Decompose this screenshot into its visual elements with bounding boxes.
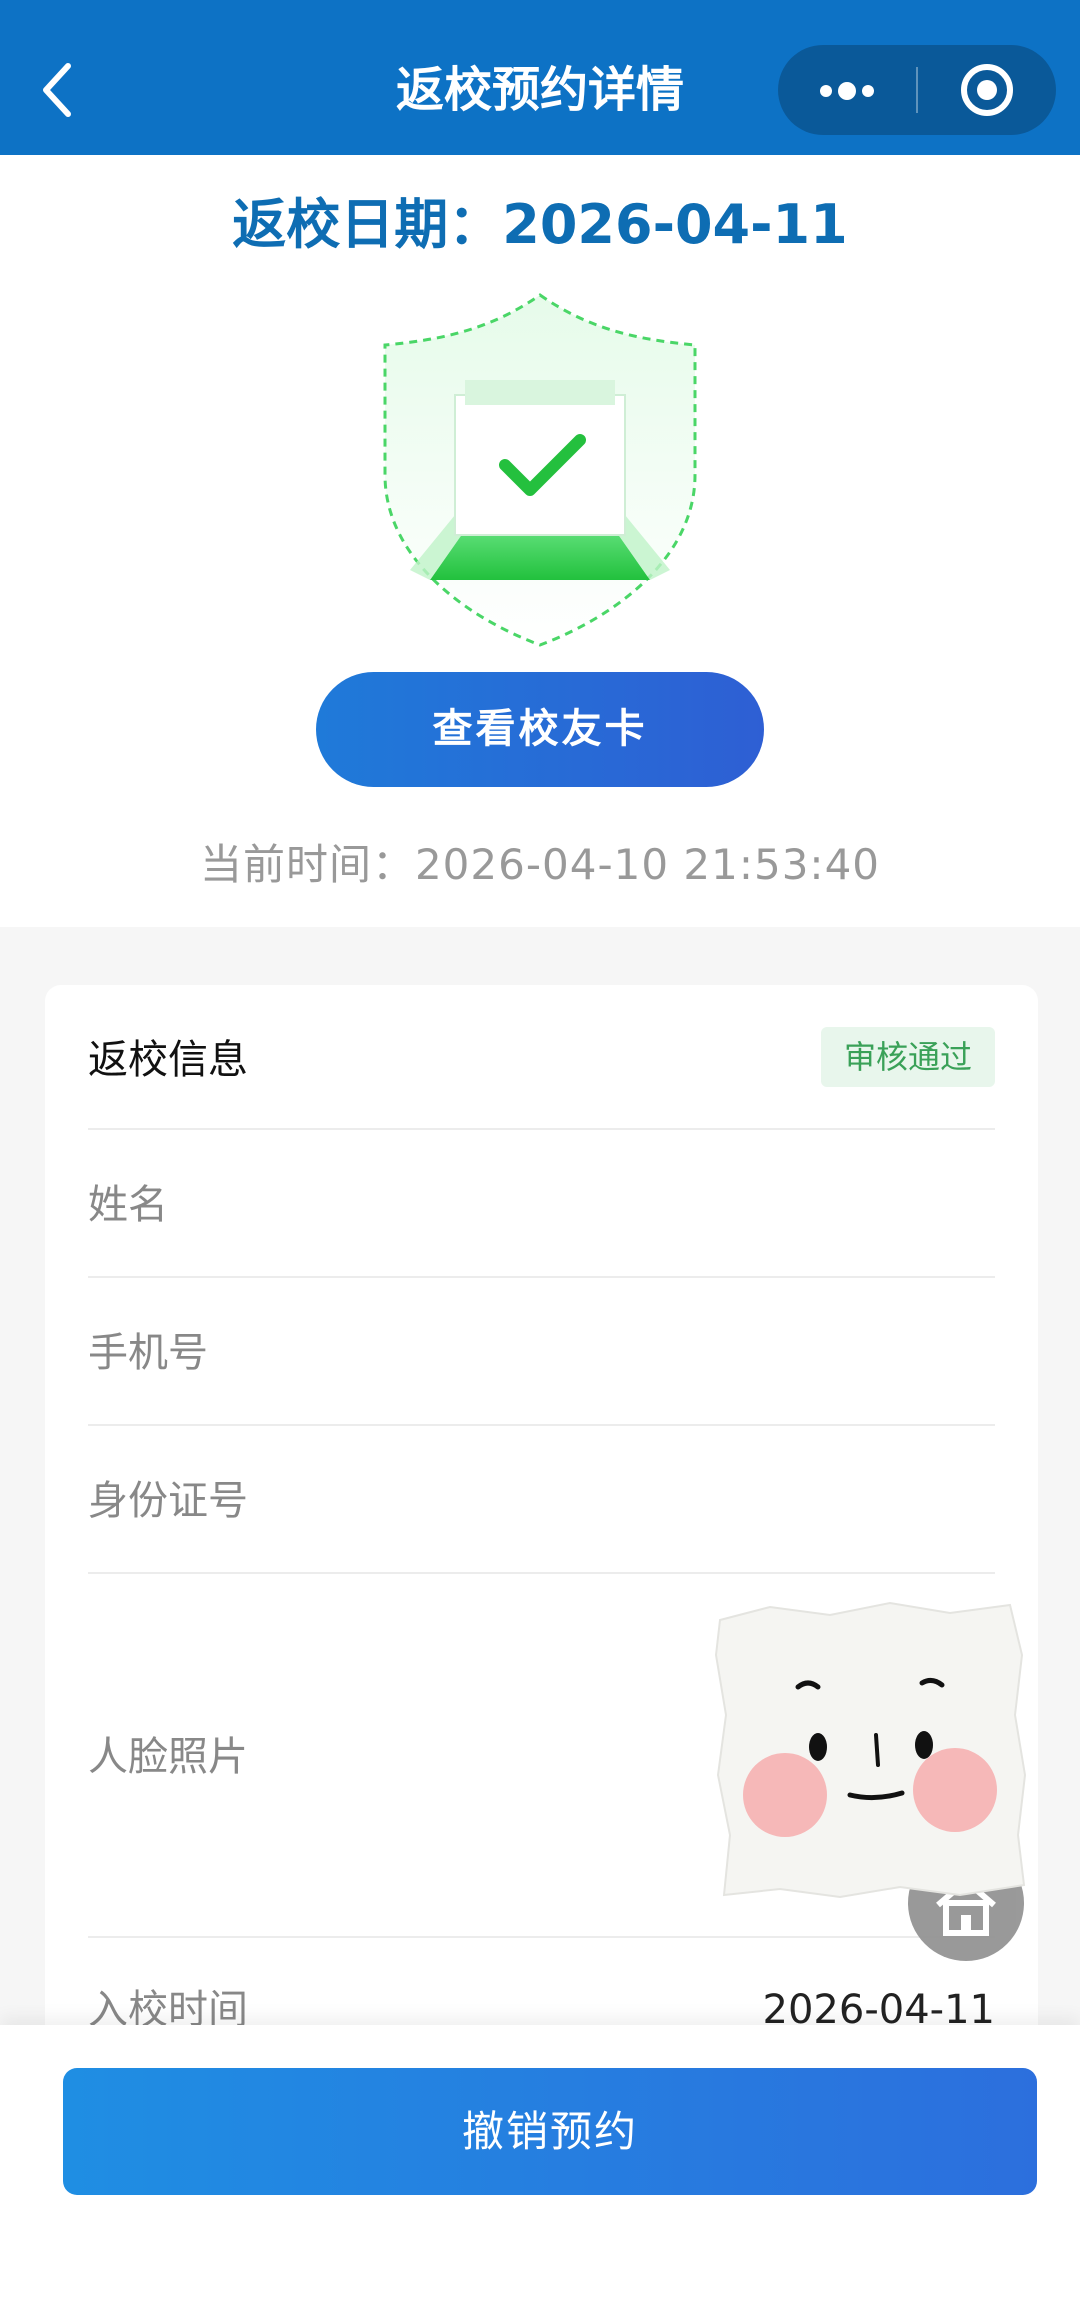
face-photo-label: 人脸照片 <box>88 1734 248 1780</box>
divider <box>88 1936 995 1938</box>
shield-check-icon <box>383 293 697 647</box>
view-alumni-card-button[interactable]: 查看校友卡 <box>316 672 764 787</box>
divider <box>88 1424 995 1426</box>
more-dots-icon <box>862 85 874 97</box>
bottom-action-bar: 撤销预约 <box>0 2025 1080 2308</box>
header-bar: 返校预约详情 <box>0 0 1080 155</box>
target-circle-icon <box>977 80 997 100</box>
phone-label: 手机号 <box>88 1330 208 1376</box>
more-button[interactable] <box>778 45 916 135</box>
divider <box>88 1276 995 1278</box>
name-label: 姓名 <box>88 1182 168 1228</box>
card-title: 返校信息 <box>88 1037 248 1083</box>
close-button[interactable] <box>918 45 1056 135</box>
divider <box>88 1128 995 1130</box>
mini-program-capsule <box>778 45 1056 135</box>
cancel-reservation-button[interactable]: 撤销预约 <box>63 2068 1037 2195</box>
top-section: 返校日期：2026-04-11 查看校友卡 当前时间：2026-04-10 21… <box>0 155 1080 927</box>
status-badge: 审核通过 <box>821 1027 995 1087</box>
more-dots-icon <box>820 85 832 97</box>
current-time-text: 当前时间：2026-04-10 21:53:40 <box>199 840 881 889</box>
id-number-label: 身份证号 <box>88 1478 248 1524</box>
more-dots-icon <box>838 82 856 100</box>
divider <box>88 1572 995 1574</box>
return-date-title: 返校日期：2026-04-11 <box>232 193 848 256</box>
face-sticker-image <box>714 1601 1027 1899</box>
return-info-card: 返校信息 审核通过 姓名 手机号 身份证号 人脸照片 入校时间 2026-04-… <box>45 985 1038 2085</box>
